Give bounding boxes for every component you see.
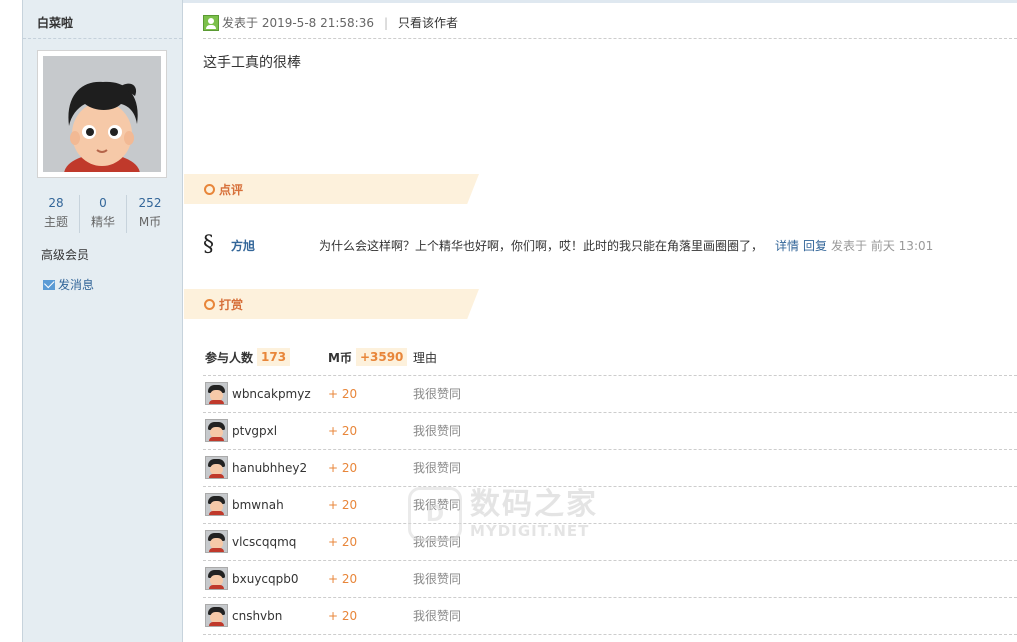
reward-reason: 我很赞同 — [413, 609, 462, 623]
reward-row: bmwnah + 20 我很赞同 — [205, 486, 1015, 523]
reward-row: ptvgpxl + 20 我很赞同 — [205, 412, 1015, 449]
circle-icon — [204, 298, 215, 310]
reward-row: hanubhhey2 + 20 我很赞同 — [205, 449, 1015, 486]
dragon-avatar-icon[interactable]: § — [203, 233, 227, 257]
comment-section-header: 点评 — [184, 174, 479, 204]
reward-reason: 我很赞同 — [413, 424, 462, 438]
separator: | — [384, 15, 389, 30]
reward-user-link[interactable]: ptvgpxl — [232, 424, 328, 438]
user-avatar[interactable] — [205, 456, 228, 479]
send-message-label: 发消息 — [58, 278, 95, 292]
user-avatar[interactable] — [205, 604, 228, 627]
reward-reason: 我很赞同 — [413, 535, 462, 549]
participants-count[interactable]: 173 — [257, 348, 291, 366]
user-avatar[interactable] — [205, 419, 228, 442]
comment-detail-link[interactable]: 详情 — [775, 237, 799, 254]
reward-amount: + 20 — [328, 423, 358, 438]
reward-user-link[interactable]: vlcscqqmq — [232, 535, 328, 549]
author-stats: 28 主题 0 精华 252 M币 — [33, 195, 173, 233]
participants-label: 参与人数 — [205, 350, 254, 365]
stat-label: 精华 — [90, 215, 115, 229]
post-body: 这手工真的很棒 — [203, 55, 301, 71]
stat-label: 主题 — [43, 215, 68, 229]
author-sidebar: 白菜啦 28 主题 0 精华 252 M币 高级会员 发消息 — [22, 0, 183, 642]
currency-label: M币 — [328, 350, 352, 365]
user-avatar[interactable] — [205, 530, 228, 553]
reward-user-link[interactable]: bxuycqpb0 — [232, 572, 328, 586]
page-margin — [0, 0, 22, 642]
stat-value: 28 — [48, 196, 64, 210]
reward-reason: 我很赞同 — [413, 387, 462, 401]
reward-amount: + 20 — [328, 497, 358, 512]
reward-user-link[interactable]: cnshvbn — [232, 609, 328, 623]
stat-digest[interactable]: 0 精华 — [80, 195, 127, 233]
comment-item: § 方旭 为什么会这样啊？上个精华也好啊，你们啊，哎！此时的我只能在角落里画圈圈… — [203, 233, 1003, 257]
stat-value: 0 — [99, 196, 107, 210]
reward-section-title: 打赏 — [219, 297, 244, 312]
divider — [23, 38, 182, 39]
user-avatar[interactable] — [205, 493, 228, 516]
divider — [203, 634, 1017, 635]
comment-time: 发表于 前天 13:01 — [831, 238, 934, 253]
post-time: 发表于 2019-5-8 21:58:36 — [222, 16, 374, 30]
envelope-icon — [43, 279, 55, 290]
reward-reason: 我很赞同 — [413, 572, 462, 586]
reason-label: 理由 — [413, 350, 438, 365]
post-meta: 发表于 2019-5-8 21:58:36 | 只看该作者 — [203, 14, 458, 31]
divider — [203, 38, 1017, 39]
online-user-icon — [203, 14, 219, 31]
reward-user-link[interactable]: hanubhhey2 — [232, 461, 328, 475]
reward-amount: + 20 — [328, 608, 358, 623]
reward-reason: 我很赞同 — [413, 461, 462, 475]
reward-row: cnshvbn + 20 我很赞同 — [205, 597, 1015, 634]
stat-value: 252 — [138, 196, 162, 210]
post-content: 发表于 2019-5-8 21:58:36 | 只看该作者 这手工真的很棒 点评… — [184, 0, 1017, 642]
stat-coins[interactable]: 252 M币 — [127, 195, 173, 233]
comment-reply-link[interactable]: 回复 — [803, 237, 827, 254]
comment-section-title: 点评 — [219, 182, 244, 197]
currency-total: +3590 — [355, 348, 408, 366]
user-avatar[interactable] — [205, 382, 228, 405]
reward-row: wbncakpmyz + 20 我很赞同 — [205, 375, 1015, 412]
reward-row: vlcscqqmq + 20 我很赞同 — [205, 523, 1015, 560]
user-rank: 高级会员 — [41, 248, 90, 262]
only-author-link[interactable]: 只看该作者 — [398, 14, 458, 31]
user-avatar[interactable] — [205, 567, 228, 590]
reward-reason: 我很赞同 — [413, 498, 462, 512]
currency-column: M币 +3590 — [328, 348, 408, 366]
author-name-link[interactable]: 白菜啦 — [37, 14, 73, 31]
reward-amount: + 20 — [328, 386, 358, 401]
avatar-image — [43, 56, 161, 172]
reward-row: bxuycqpb0 + 20 我很赞同 — [205, 560, 1015, 597]
reward-section-header: 打赏 — [184, 289, 479, 319]
stat-label: M币 — [138, 215, 162, 229]
reward-amount: + 20 — [328, 460, 358, 475]
circle-icon — [204, 183, 215, 195]
reward-user-link[interactable]: wbncakpmyz — [232, 387, 328, 401]
comment-user-link[interactable]: 方旭 — [231, 237, 319, 254]
author-avatar[interactable] — [37, 50, 167, 178]
stat-threads[interactable]: 28 主题 — [33, 195, 80, 233]
reward-amount: + 20 — [328, 571, 358, 586]
reward-user-link[interactable]: bmwnah — [232, 498, 328, 512]
comment-text: 为什么会这样啊？上个精华也好啊，你们啊，哎！此时的我只能在角落里画圈圈了， — [319, 238, 764, 253]
reward-table-header: 参与人数 173 M币 +3590 理由 — [205, 348, 437, 366]
reward-amount: + 20 — [328, 534, 358, 549]
send-message-link[interactable]: 发消息 — [43, 276, 94, 293]
